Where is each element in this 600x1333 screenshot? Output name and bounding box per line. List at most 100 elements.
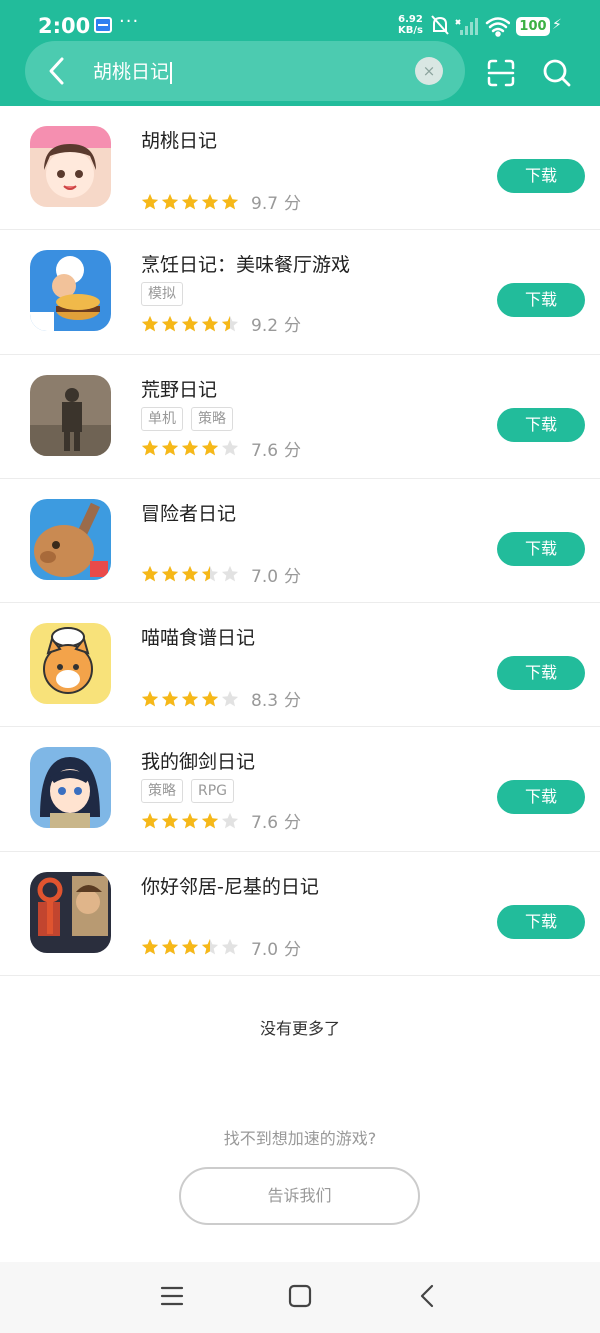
game-list-item[interactable]: 胡桃日记 9.7 分 下载 xyxy=(0,106,600,231)
charging-icon: ⚡ xyxy=(552,17,562,33)
game-rating: 9.7 分 xyxy=(141,189,301,214)
star-filled-icon xyxy=(181,939,199,955)
star-filled-icon xyxy=(181,690,199,707)
search-bar[interactable]: 胡桃日记 × xyxy=(25,41,465,101)
game-score: 9.7 分 xyxy=(251,189,301,214)
sword-diary-game-icon[interactable] xyxy=(30,747,111,829)
more-notifications-icon: ··· xyxy=(119,11,140,32)
score-unit: 分 xyxy=(284,440,302,461)
status-time: 2:00 xyxy=(38,14,91,38)
star-filled-icon xyxy=(201,690,219,707)
star-empty-icon xyxy=(221,439,239,456)
star-filled-icon xyxy=(141,439,159,456)
star-half-icon xyxy=(221,315,239,332)
app-header: 2:00 ··· 6.92 KB/s 100 ⚡ 胡桃日记 × xyxy=(0,0,600,106)
download-button[interactable]: 下载 xyxy=(497,159,585,193)
cant-find-text: 找不到想加速的游戏? xyxy=(223,1129,377,1148)
game-score: 7.0 分 xyxy=(251,562,301,587)
mute-bell-icon xyxy=(431,15,449,35)
game-rating: 7.6 分 xyxy=(141,808,301,833)
meow-recipe-diary-game-icon[interactable] xyxy=(30,623,111,705)
star-filled-icon xyxy=(141,690,159,707)
star-filled-icon xyxy=(201,315,219,332)
game-rating: 7.0 分 xyxy=(141,562,301,587)
wifi-icon xyxy=(485,17,510,37)
star-empty-icon xyxy=(221,566,239,582)
menu-icon[interactable] xyxy=(160,1284,184,1308)
star-filled-icon xyxy=(161,939,179,955)
score-unit: 分 xyxy=(284,566,302,587)
search-icon[interactable] xyxy=(542,58,572,88)
home-icon[interactable] xyxy=(288,1284,312,1308)
search-query: 胡桃日记 xyxy=(93,61,170,83)
score-value: 8.3 xyxy=(251,691,279,712)
game-rating: 9.2 分 xyxy=(141,311,301,336)
game-list-item[interactable]: 荒野日记 单机 策略 7.6 分 下载 xyxy=(0,355,600,479)
back-icon[interactable] xyxy=(416,1284,440,1308)
game-list-item[interactable]: 我的御剑日记 策略 RPG 7.6 分 下载 xyxy=(0,727,600,852)
score-unit: 分 xyxy=(284,691,302,712)
cellular-signal-icon xyxy=(455,18,478,35)
star-half-icon xyxy=(201,566,219,582)
star-filled-icon xyxy=(141,939,159,955)
game-tag: RPG xyxy=(191,779,235,804)
star-half-icon xyxy=(201,939,219,955)
score-unit: 分 xyxy=(284,316,302,337)
hello-neighbor-game-icon[interactable] xyxy=(30,871,111,953)
score-value: 7.6 xyxy=(251,440,279,461)
wild-diary-game-icon[interactable] xyxy=(30,374,111,456)
game-list-item[interactable]: 烹饪日记：美味餐厅游戏 模拟 9.2 分 下载 xyxy=(0,230,600,355)
game-score: 7.0 分 xyxy=(251,935,301,960)
star-filled-icon xyxy=(181,566,199,582)
game-rating: 7.0 分 xyxy=(141,935,301,960)
star-filled-icon xyxy=(161,566,179,582)
score-value: 9.7 xyxy=(251,194,279,214)
star-filled-icon xyxy=(221,193,239,209)
star-filled-icon xyxy=(141,812,159,829)
download-button[interactable]: 下载 xyxy=(497,407,585,442)
download-button[interactable]: 下载 xyxy=(497,656,585,691)
download-button[interactable]: 下载 xyxy=(497,531,585,566)
score-unit: 分 xyxy=(284,194,302,214)
star-filled-icon xyxy=(181,439,199,456)
adventurer-diary-game-icon[interactable] xyxy=(30,498,111,580)
score-value: 7.0 xyxy=(251,566,279,587)
download-button[interactable]: 下载 xyxy=(497,904,585,939)
star-filled-icon xyxy=(161,439,179,456)
game-list-item[interactable]: 喵喵食谱日记 8.3 分 下载 xyxy=(0,603,600,728)
game-list-item[interactable]: 冒险者日记 7.0 分 下载 xyxy=(0,479,600,604)
star-filled-icon xyxy=(161,690,179,707)
game-name: 我的御剑日记 xyxy=(141,751,256,774)
network-speed-value: 6.92 xyxy=(398,14,423,25)
game-score: 7.6 分 xyxy=(251,436,301,461)
star-filled-icon xyxy=(201,439,219,456)
star-filled-icon xyxy=(181,315,199,332)
game-score: 8.3 分 xyxy=(251,686,301,711)
score-value: 7.0 xyxy=(251,939,279,960)
download-button[interactable]: 下载 xyxy=(497,780,585,815)
search-results-list: 胡桃日记 9.7 分 下载 烹饪日记：美味餐厅游戏 模拟 9.2 分 下载 荒野日记… xyxy=(0,106,600,977)
game-name: 你好邻居-尼基的日记 xyxy=(141,875,319,898)
game-list-item[interactable]: 你好邻居-尼基的日记 7.0 分 下载 xyxy=(0,852,600,977)
game-name: 胡桃日记 xyxy=(141,130,218,152)
back-arrow-icon[interactable] xyxy=(41,53,75,89)
search-input[interactable]: 胡桃日记 xyxy=(93,57,173,84)
star-filled-icon xyxy=(161,812,179,829)
star-filled-icon xyxy=(141,315,159,332)
game-name: 荒野日记 xyxy=(141,378,218,401)
hutao-diary-game-icon[interactable] xyxy=(30,126,111,207)
clear-search-button[interactable]: × xyxy=(415,57,443,85)
cooking-diary-game-icon[interactable] xyxy=(30,250,111,332)
star-empty-icon xyxy=(221,939,239,955)
tell-us-button[interactable]: 告诉我们 xyxy=(179,1167,420,1225)
scan-icon[interactable] xyxy=(486,58,516,88)
wallet-icon xyxy=(94,17,112,33)
download-button[interactable]: 下载 xyxy=(497,283,585,318)
end-of-list-text: 没有更多了 xyxy=(259,1019,340,1038)
star-filled-icon xyxy=(181,812,199,829)
battery-indicator: 100 xyxy=(516,17,550,36)
game-tag: 模拟 xyxy=(141,282,183,307)
game-tag: 策略 xyxy=(141,779,183,804)
score-value: 9.2 xyxy=(251,316,279,337)
game-tag: 单机 xyxy=(141,406,183,431)
